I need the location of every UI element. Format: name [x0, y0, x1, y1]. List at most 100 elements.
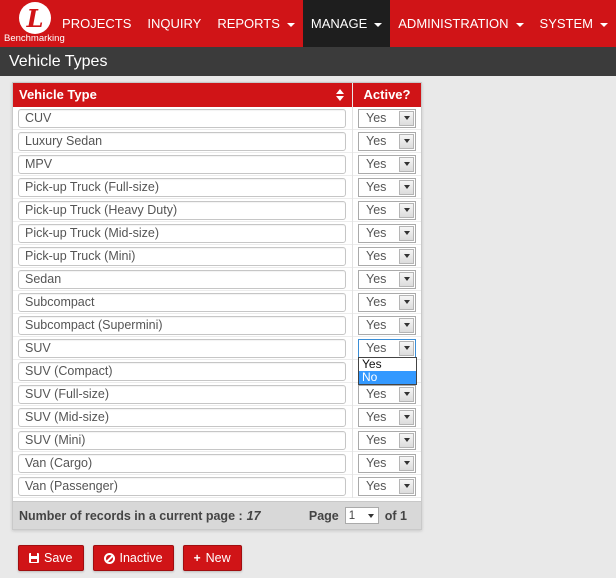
- nav-item-administration[interactable]: ADMINISTRATION: [390, 0, 531, 47]
- chevron-down-icon[interactable]: [399, 271, 414, 287]
- vehicle-type-cell: Pick-up Truck (Mini): [13, 244, 353, 268]
- vehicle-type-input[interactable]: SUV (Full-size): [18, 384, 346, 404]
- nav-item-projects[interactable]: PROJECTS: [54, 0, 139, 47]
- active-cell: Yes: [353, 452, 421, 475]
- chevron-down-icon[interactable]: [399, 110, 414, 126]
- active-select[interactable]: Yes: [358, 453, 416, 473]
- active-select[interactable]: Yes: [358, 315, 416, 335]
- vehicle-type-input[interactable]: Pick-up Truck (Mid-size): [18, 223, 346, 243]
- column-header-vehicle-type-label: Vehicle Type: [19, 87, 97, 102]
- sort-icon[interactable]: [336, 89, 344, 101]
- active-select[interactable]: Yes: [358, 407, 416, 427]
- nav-item-label: SYSTEM: [539, 16, 593, 31]
- column-header-vehicle-type[interactable]: Vehicle Type: [13, 83, 353, 107]
- table-row: Subcompact (Supermini) Yes: [13, 313, 421, 337]
- new-button[interactable]: + New: [182, 545, 242, 571]
- vehicle-type-input[interactable]: Pick-up Truck (Heavy Duty): [18, 200, 346, 220]
- chevron-down-icon[interactable]: [399, 432, 414, 448]
- vehicle-type-cell: SUV (Mini): [13, 428, 353, 452]
- chevron-down-icon[interactable]: [399, 294, 414, 310]
- active-select[interactable]: Yes: [358, 292, 416, 312]
- floppy-disk-icon: [29, 553, 39, 563]
- page-select[interactable]: 1: [344, 507, 379, 524]
- active-select[interactable]: Yes: [358, 200, 416, 220]
- active-select[interactable]: Yes: [358, 154, 416, 174]
- table-row: Van (Cargo) Yes: [13, 451, 421, 475]
- active-cell: Yes: [353, 383, 421, 406]
- chevron-down-icon[interactable]: [399, 248, 414, 264]
- vehicle-type-input[interactable]: Pick-up Truck (Full-size): [18, 177, 346, 197]
- chevron-down-icon[interactable]: [399, 133, 414, 149]
- chevron-down-icon[interactable]: [399, 455, 414, 471]
- caret-down-icon: [286, 22, 295, 27]
- chevron-down-icon[interactable]: [399, 386, 414, 402]
- active-select-value: Yes: [366, 156, 387, 171]
- active-cell: Yes: [353, 107, 421, 130]
- save-button[interactable]: Save: [18, 545, 84, 571]
- nav-item-label: REPORTS: [217, 16, 280, 31]
- active-select[interactable]: Yes: [358, 223, 416, 243]
- nav-item-system[interactable]: SYSTEM: [532, 0, 616, 47]
- nav-item-reports[interactable]: REPORTS: [209, 0, 303, 47]
- inactive-button[interactable]: Inactive: [92, 545, 174, 571]
- active-dropdown-list: Yes No: [358, 357, 417, 385]
- dropdown-option-no[interactable]: No: [359, 371, 416, 384]
- chevron-down-icon[interactable]: [399, 202, 414, 218]
- vehicle-type-cell: Pick-up Truck (Heavy Duty): [13, 198, 353, 222]
- vehicle-type-input[interactable]: Luxury Sedan: [18, 131, 346, 151]
- vehicle-type-input[interactable]: Pick-up Truck (Mini): [18, 246, 346, 266]
- active-select[interactable]: Yes: [358, 177, 416, 197]
- main-nav: PROJECTS INQUIRY REPORTS MANAGE ADMINISTRATI…: [54, 0, 616, 47]
- chevron-down-icon[interactable]: [399, 156, 414, 172]
- active-select[interactable]: Yes: [358, 430, 416, 450]
- chevron-down-icon[interactable]: [399, 317, 414, 333]
- active-select[interactable]: Yes: [358, 246, 416, 266]
- nav-item-label: MANAGE: [310, 16, 368, 31]
- vehicle-type-input[interactable]: SUV (Mini): [18, 430, 346, 450]
- active-select[interactable]: Yes: [358, 476, 416, 496]
- vehicle-type-input[interactable]: CUV: [18, 108, 346, 128]
- new-button-label: New: [205, 551, 231, 565]
- vehicle-type-input[interactable]: Subcompact (Supermini): [18, 315, 346, 335]
- vehicle-type-cell: Pick-up Truck (Full-size): [13, 175, 353, 199]
- active-select[interactable]: Yes: [358, 338, 416, 358]
- chevron-down-icon[interactable]: [399, 478, 414, 494]
- active-select[interactable]: Yes: [358, 269, 416, 289]
- vehicle-type-input[interactable]: Subcompact: [18, 292, 346, 312]
- vehicle-type-input[interactable]: SUV (Compact): [18, 361, 346, 381]
- brand-logo[interactable]: L Benchmarking: [0, 0, 65, 47]
- active-cell: Yes: [353, 153, 421, 176]
- active-select[interactable]: Yes: [358, 108, 416, 128]
- active-cell: Yes: [353, 291, 421, 314]
- active-select-value: Yes: [366, 432, 387, 447]
- vehicle-type-cell: Van (Cargo): [13, 451, 353, 475]
- vehicle-type-cell: Van (Passenger): [13, 474, 353, 498]
- vehicle-type-input[interactable]: Sedan: [18, 269, 346, 289]
- active-select-value: Yes: [366, 317, 387, 332]
- active-select-value: Yes: [366, 133, 387, 148]
- vehicle-type-input[interactable]: SUV (Mid-size): [18, 407, 346, 427]
- active-select[interactable]: Yes: [358, 384, 416, 404]
- chevron-down-icon[interactable]: [399, 340, 414, 356]
- vehicle-type-input[interactable]: Van (Cargo): [18, 453, 346, 473]
- active-select-value: Yes: [366, 409, 387, 424]
- active-cell: Yes: [353, 222, 421, 245]
- vehicle-type-input[interactable]: MPV: [18, 154, 346, 174]
- active-select-value: Yes: [366, 455, 387, 470]
- vehicle-type-cell: SUV (Full-size): [13, 382, 353, 406]
- vehicle-type-input[interactable]: Van (Passenger): [18, 476, 346, 496]
- vehicle-type-input[interactable]: SUV: [18, 338, 346, 358]
- vehicle-type-cell: MPV: [13, 152, 353, 176]
- logo-circle: L: [19, 2, 51, 34]
- nav-item-inquiry[interactable]: INQUIRY: [139, 0, 209, 47]
- nav-item-manage[interactable]: MANAGE: [302, 0, 391, 47]
- plus-icon: +: [193, 551, 201, 565]
- chevron-down-icon[interactable]: [399, 409, 414, 425]
- action-buttons: Save Inactive + New: [18, 545, 242, 571]
- active-cell: Yes: [353, 199, 421, 222]
- active-select-value: Yes: [366, 179, 387, 194]
- active-select[interactable]: Yes: [358, 131, 416, 151]
- chevron-down-icon[interactable]: [399, 225, 414, 241]
- chevron-down-icon[interactable]: [399, 179, 414, 195]
- table-body: CUV Yes Luxury Sedan Yes MPV Yes Pick-up Truck…: [13, 106, 421, 498]
